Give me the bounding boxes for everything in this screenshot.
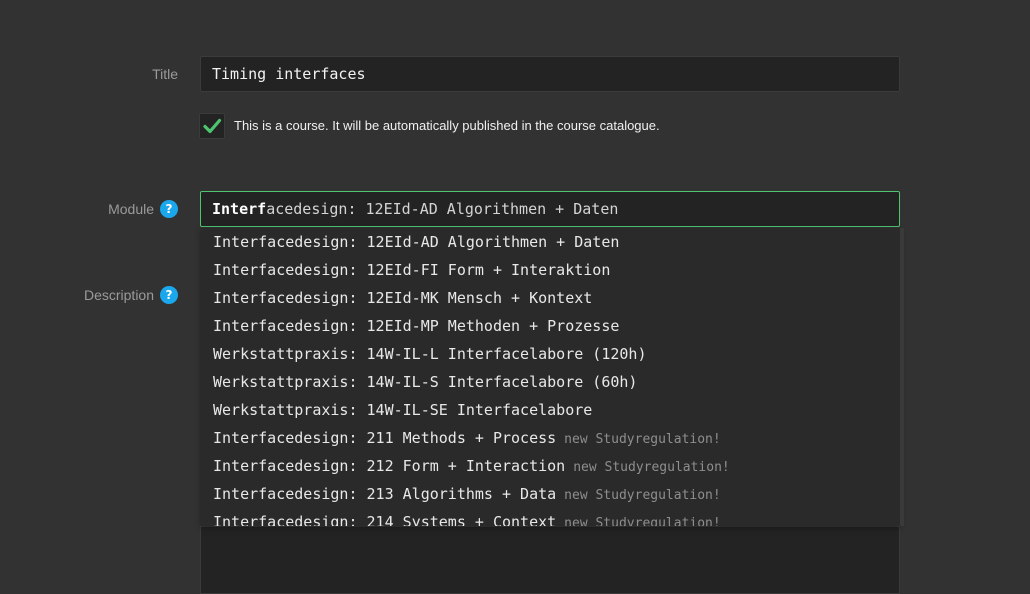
suggestion-text: Interfacedesign: 214 Systems + Context <box>213 513 557 526</box>
description-editor[interactable] <box>200 526 900 594</box>
description-help-icon[interactable]: ? <box>160 286 178 304</box>
suggestion-note: new Studyregulation! <box>564 516 721 526</box>
suggestion-text: Interfacedesign: 213 Algorithms + Data <box>213 485 557 503</box>
checkmark-icon <box>203 118 222 134</box>
suggestion-note: new Studyregulation! <box>573 460 730 475</box>
suggestion-note: new Studyregulation! <box>564 432 721 447</box>
suggestion-item[interactable]: Interfacedesign: 12EId-AD Algorithmen + … <box>213 228 619 256</box>
suggestion-item[interactable]: Interfacedesign: 211 Methods + Process ne… <box>213 424 721 452</box>
suggestion-item[interactable]: Werkstattpraxis: 14W-IL-SE Interfacelabo… <box>213 396 592 424</box>
suggestion-text: Interfacedesign: 212 Form + Interaction <box>213 457 566 475</box>
suggestion-note: new Studyregulation! <box>564 488 721 503</box>
suggestion-text: Interfacedesign: 12EId-FI Form + Interak… <box>213 261 611 279</box>
suggestion-text: Interfacedesign: 211 Methods + Process <box>213 429 557 447</box>
module-label-text: Module <box>108 201 154 217</box>
module-help-icon[interactable]: ? <box>160 200 178 218</box>
suggestion-text: Interfacedesign: 12EId-AD Algorithmen + … <box>213 233 620 251</box>
title-input-value: Timing interfaces <box>212 65 366 83</box>
suggestion-item[interactable]: Interfacedesign: 212 Form + Interaction n… <box>213 452 730 480</box>
suggestion-text: Werkstattpraxis: 14W-IL-L Interfacelabor… <box>213 345 647 363</box>
suggestion-item[interactable]: Werkstattpraxis: 14W-IL-L Interfacelabor… <box>213 340 646 368</box>
suggestion-text: Werkstattpraxis: 14W-IL-SE Interfacelabo… <box>213 401 593 419</box>
title-label-text: Title <box>152 66 178 82</box>
suggestion-item[interactable]: Interfacedesign: 12EId-MP Methoden + Pro… <box>213 312 619 340</box>
description-label: Description ? <box>84 283 178 307</box>
course-form: Title Timing interfaces This is a course… <box>0 0 1030 594</box>
suggestion-item[interactable]: Interfacedesign: 213 Algorithms + Data ne… <box>213 480 721 508</box>
suggestion-text: Interfacedesign: 12EId-MP Methoden + Pro… <box>213 317 620 335</box>
suggestion-text: Werkstattpraxis: 14W-IL-S Interfacelabor… <box>213 373 638 391</box>
module-input-typed: Interf <box>212 200 267 218</box>
suggestion-item[interactable]: Interfacedesign: 12EId-FI Form + Interak… <box>213 256 610 284</box>
suggestion-item[interactable]: Interfacedesign: 12EId-MK Mensch + Konte… <box>213 284 592 312</box>
module-label: Module ? <box>108 197 178 221</box>
suggestion-item[interactable]: Werkstattpraxis: 14W-IL-S Interfacelabor… <box>213 368 637 396</box>
suggestion-item[interactable]: Interfacedesign: 214 Systems + Context ne… <box>213 508 721 526</box>
module-suggestions-dropdown: Interfacedesign: 12EId-AD Algorithmen + … <box>201 228 900 526</box>
title-label: Title <box>152 62 178 86</box>
title-input[interactable]: Timing interfaces <box>200 56 900 92</box>
suggestion-text: Interfacedesign: 12EId-MK Mensch + Konte… <box>213 289 593 307</box>
module-input-completion: acedesign: 12EId-AD Algorithmen + Daten <box>266 200 619 218</box>
description-label-text: Description <box>83 287 154 303</box>
course-checkbox[interactable] <box>199 113 225 139</box>
dropdown-scrollbar[interactable] <box>900 228 904 526</box>
module-input[interactable]: Interf acedesign: 12EId-AD Algorithmen + … <box>200 191 900 227</box>
course-checkbox-label[interactable]: This is a course. It will be automatical… <box>234 118 660 133</box>
